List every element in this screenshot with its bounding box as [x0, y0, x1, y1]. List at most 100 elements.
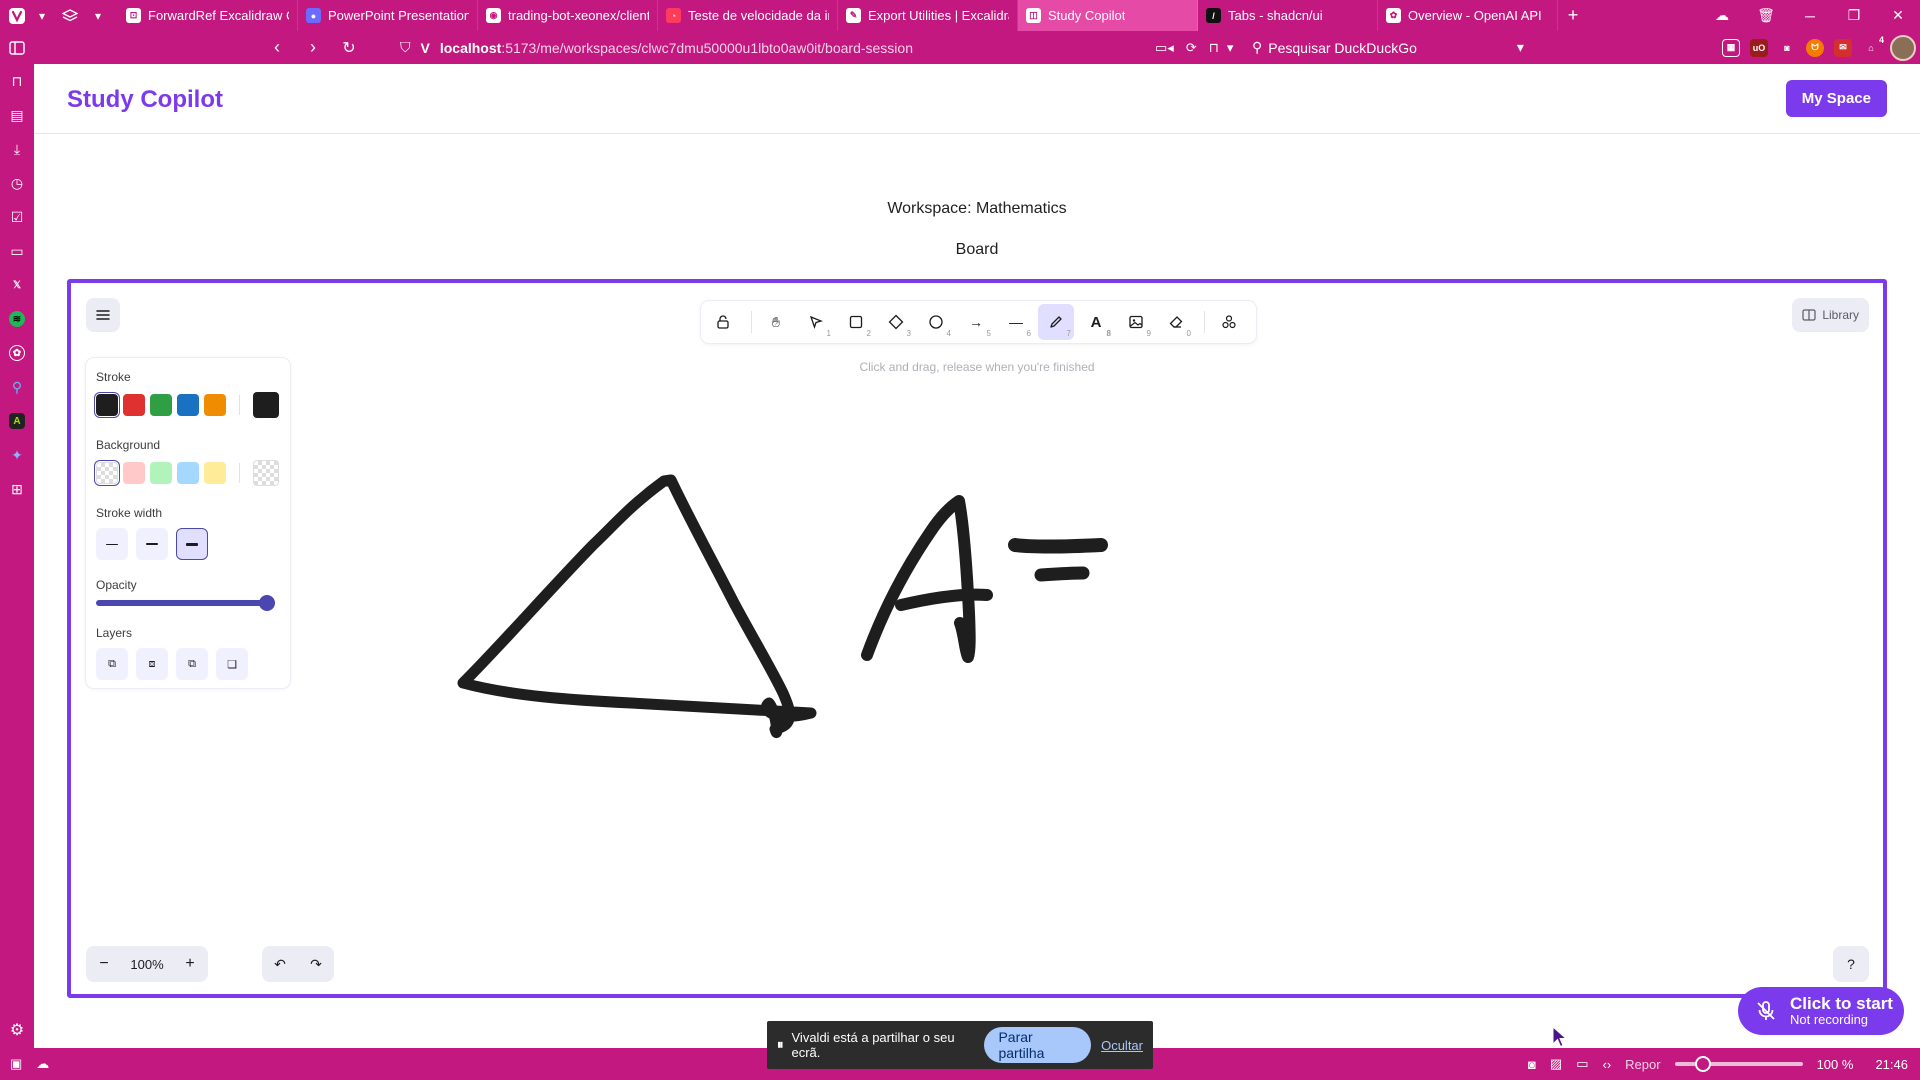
ublock-icon[interactable]: uO: [1750, 38, 1768, 57]
fox-ext-icon[interactable]: ᗢ: [1806, 38, 1824, 57]
lock-tool-icon[interactable]: [705, 304, 741, 340]
hand-tool-icon[interactable]: ✋︎: [758, 304, 794, 340]
extra-tools-icon[interactable]: [1211, 304, 1247, 340]
chat-icon[interactable]: ▭: [0, 234, 34, 268]
diamond-tool-icon[interactable]: 3: [878, 304, 914, 340]
browser-tab[interactable]: ◔ Teste de velocidade da inte: [658, 0, 838, 31]
opacity-slider[interactable]: [96, 595, 275, 611]
close-window-button[interactable]: ✕: [1876, 7, 1920, 24]
background-swatch-blue[interactable]: [177, 462, 199, 484]
panel-toggle-small-icon[interactable]: ▣: [10, 1056, 22, 1072]
spotify-panel-icon[interactable]: ≋: [0, 302, 34, 336]
send-backward-icon[interactable]: ⧈: [136, 648, 168, 680]
stroke-swatch-orange[interactable]: [204, 394, 226, 416]
background-current-color[interactable]: [253, 460, 279, 486]
opacity-slider-knob[interactable]: [259, 595, 275, 611]
eraser-tool-icon[interactable]: 0: [1158, 304, 1194, 340]
chevron-down-icon[interactable]: ▾: [28, 0, 56, 31]
translate-icon[interactable]: ⟳: [1186, 40, 1197, 56]
draw-pencil-tool-icon[interactable]: 7: [1038, 304, 1074, 340]
zoom-slider[interactable]: [1674, 1056, 1803, 1072]
workspaces-chevron-icon[interactable]: ▾: [84, 0, 112, 31]
back-button[interactable]: ‹: [260, 31, 294, 64]
stroke-swatch-red[interactable]: [123, 394, 145, 416]
stroke-swatch-green[interactable]: [150, 394, 172, 416]
settings-gear-icon[interactable]: ⚙: [0, 1020, 34, 1040]
stroke-width-extra-bold[interactable]: [176, 528, 208, 560]
selection-tool-icon[interactable]: 1: [798, 304, 834, 340]
background-swatch-pink[interactable]: [123, 462, 145, 484]
bring-forward-icon[interactable]: ⧉: [176, 648, 208, 680]
capture-icon[interactable]: ◙: [1528, 1057, 1536, 1072]
zoom-in-button[interactable]: +: [172, 946, 208, 982]
text-tool-icon[interactable]: A8: [1078, 304, 1114, 340]
recording-button[interactable]: Click to start Not recording: [1738, 987, 1904, 1035]
background-swatch-green[interactable]: [150, 462, 172, 484]
search-panel-icon[interactable]: ⚲: [0, 370, 34, 404]
stroke-swatch-blue[interactable]: [177, 394, 199, 416]
line-tool-icon[interactable]: —6: [998, 304, 1034, 340]
background-swatch-transparent[interactable]: [96, 462, 118, 484]
bookmark-dropdown-icon[interactable]: ▾: [1227, 40, 1234, 56]
rectangle-tool-icon[interactable]: 2: [838, 304, 874, 340]
history-icon[interactable]: ◷: [0, 166, 34, 200]
stroke-swatch-black[interactable]: [96, 394, 118, 416]
minimize-button[interactable]: ─: [1788, 8, 1832, 24]
search-field[interactable]: ⚲ Pesquisar DuckDuckGo ▾: [1252, 31, 1524, 64]
workspaces-icon[interactable]: [56, 0, 84, 31]
sync-cloud-icon[interactable]: ☁: [36, 1056, 49, 1072]
bookmark-icon[interactable]: ⊓: [1209, 40, 1219, 56]
browser-tab[interactable]: ◫ Study Copilot: [1018, 0, 1198, 31]
app-brand[interactable]: Study Copilot: [67, 86, 223, 114]
excalidraw-board[interactable]: ✋︎ 1 2 3 4 → 5 —6 7 A8 9 0 Click and drag…: [67, 279, 1887, 998]
downloads-icon[interactable]: ⤓: [0, 132, 34, 166]
hide-share-bar-link[interactable]: Ocultar: [1101, 1038, 1143, 1053]
profile-avatar[interactable]: [1890, 34, 1916, 61]
stroke-width-thin[interactable]: [96, 528, 128, 560]
new-tab-button[interactable]: +: [1558, 5, 1588, 26]
library-button[interactable]: Library: [1792, 298, 1869, 332]
stroke-width-bold[interactable]: [136, 528, 168, 560]
reading-list-icon[interactable]: ▤: [0, 98, 34, 132]
browser-tab[interactable]: ◉ trading-bot-xeonex/client/s: [478, 0, 658, 31]
openai-panel-icon[interactable]: ✿: [0, 336, 34, 370]
screenshot-ext-icon[interactable]: ◙: [1778, 39, 1796, 57]
zoom-out-button[interactable]: −: [86, 946, 122, 982]
arrow-tool-icon[interactable]: → 5: [958, 304, 994, 340]
image-tool-icon[interactable]: 9: [1118, 304, 1154, 340]
drag-handle-icon[interactable]: ⏸: [777, 1037, 784, 1053]
browser-tab[interactable]: / Tabs - shadcn/ui: [1198, 0, 1378, 31]
url-field[interactable]: ⛉ V localhost:5173/me/workspaces/clwc7dm…: [400, 31, 913, 64]
zoom-slider-knob[interactable]: [1694, 1056, 1711, 1072]
search-engine-chevron-icon[interactable]: ▾: [1517, 39, 1524, 56]
send-to-back-icon[interactable]: ⧉: [96, 648, 128, 680]
bookmarks-panel-icon[interactable]: ⊓: [0, 64, 34, 98]
ellipse-tool-icon[interactable]: 4: [918, 304, 954, 340]
page-actions-icon[interactable]: ‹›: [1602, 1057, 1611, 1072]
hamburger-menu-icon[interactable]: [86, 298, 120, 332]
images-toggle-icon[interactable]: ▨: [1550, 1056, 1562, 1072]
extensions-icon[interactable]: ⌂ 4: [1862, 35, 1884, 57]
vivaldi-menu-icon[interactable]: [6, 5, 28, 27]
browser-tab[interactable]: ● PowerPoint Presentation: [298, 0, 478, 31]
panel-toggle-icon[interactable]: [0, 40, 34, 55]
bring-to-front-icon[interactable]: ❏: [216, 648, 248, 680]
mail-ext-icon[interactable]: ✉: [1834, 38, 1852, 57]
site-info-icon[interactable]: ⛉: [400, 39, 411, 56]
browser-tab[interactable]: ✿ Overview - OpenAI API: [1378, 0, 1558, 31]
x-panel-icon[interactable]: 𝕏: [0, 268, 34, 302]
tiling-icon[interactable]: ▭: [1576, 1056, 1588, 1072]
reset-zoom-label[interactable]: Repor: [1625, 1057, 1660, 1072]
notes-icon[interactable]: ☑: [0, 200, 34, 234]
add-panel-icon[interactable]: ⊞: [0, 472, 34, 506]
background-swatch-yellow[interactable]: [204, 462, 226, 484]
stroke-current-color[interactable]: [253, 392, 279, 418]
browser-tab[interactable]: ⊡ ForwardRef Excalidraw Com: [118, 0, 298, 31]
help-icon[interactable]: ?: [1833, 946, 1869, 982]
forward-button[interactable]: ›: [296, 31, 330, 64]
stop-sharing-button[interactable]: Parar partilha: [984, 1027, 1092, 1063]
browser-tab[interactable]: ✎ Export Utilities | Excalidraw: [838, 0, 1018, 31]
restore-button[interactable]: ❐: [1832, 7, 1876, 24]
undo-icon[interactable]: ↶: [262, 946, 298, 982]
image-ext-icon[interactable]: ▦: [1722, 38, 1740, 57]
